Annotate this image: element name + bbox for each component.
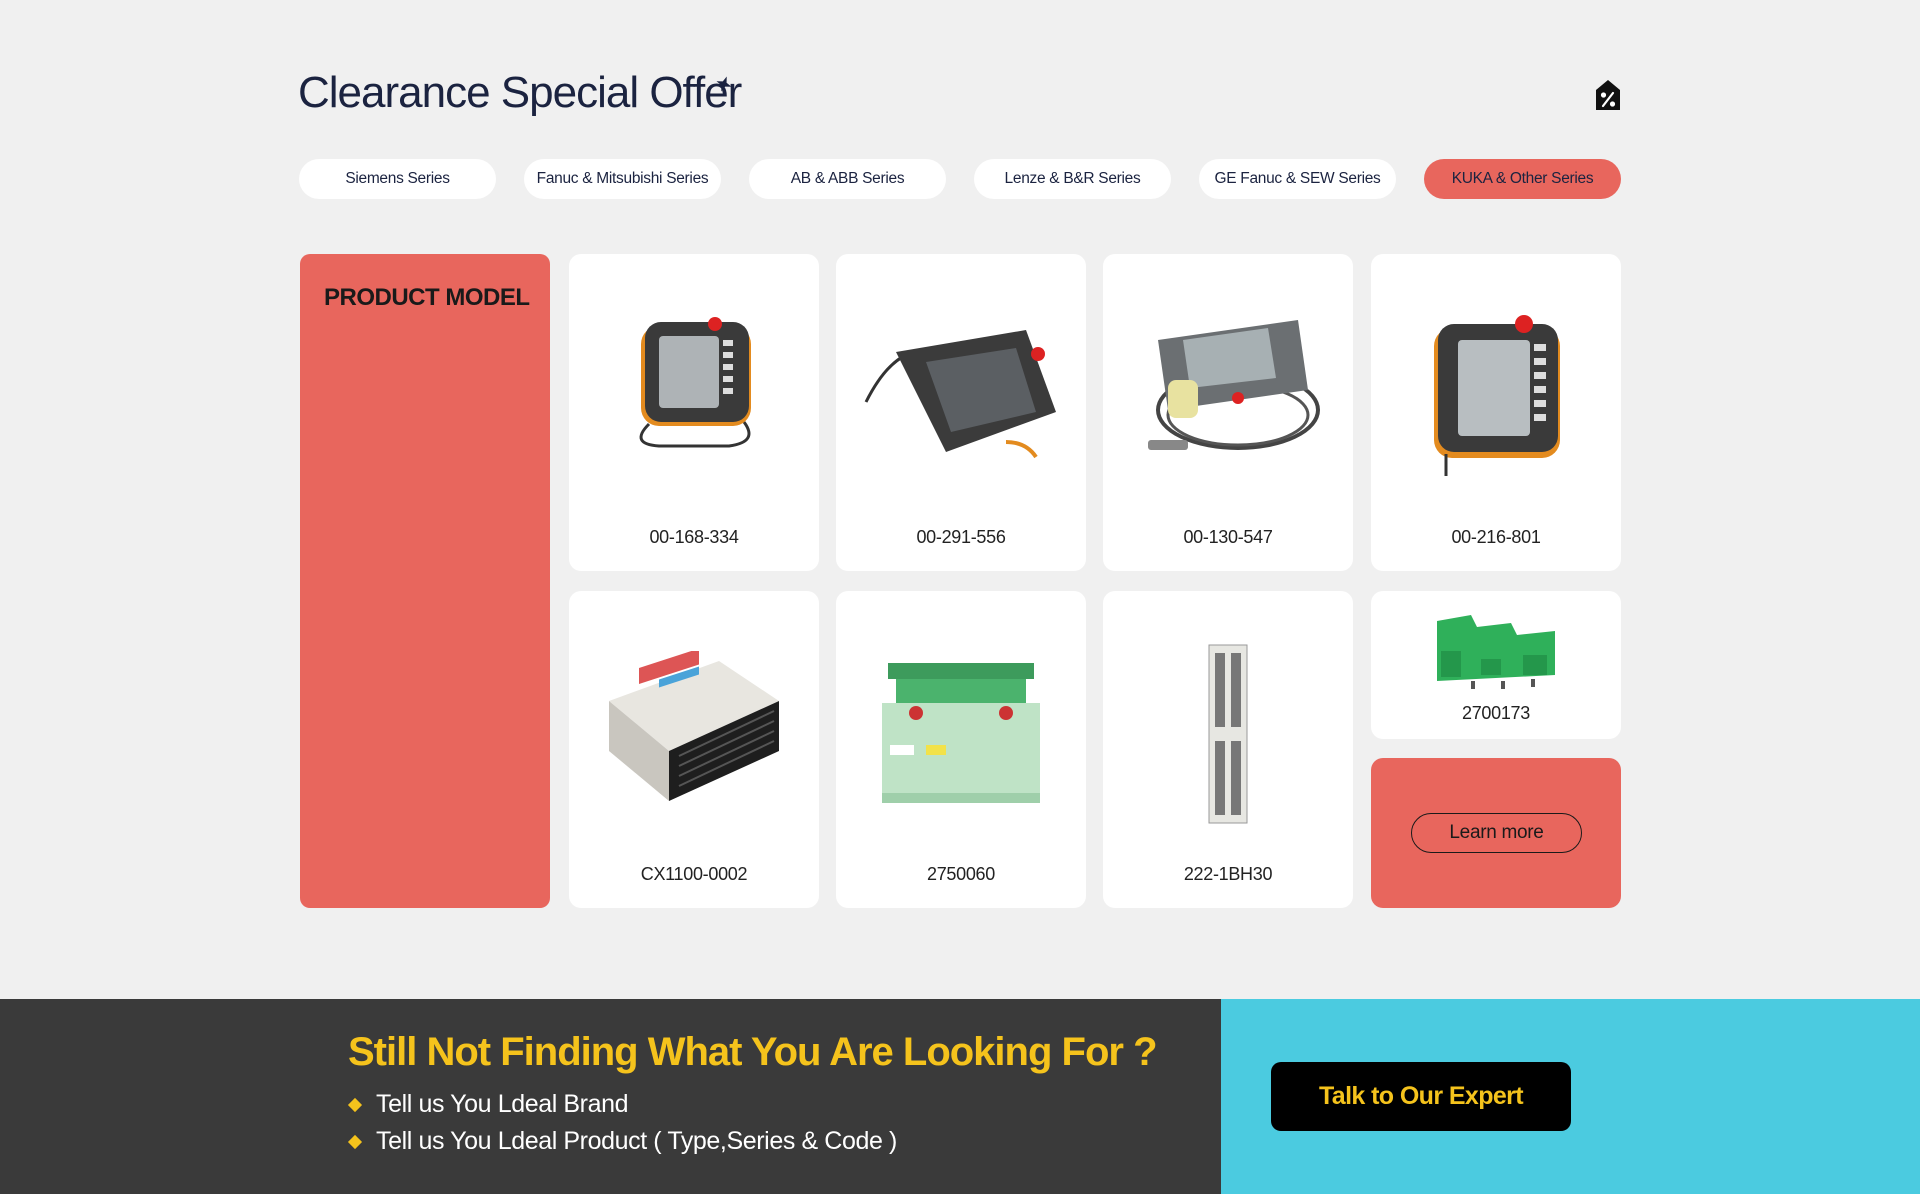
tab-ab-abb-series[interactable]: AB & ABB Series	[749, 159, 946, 199]
teach-pendant-image	[639, 317, 751, 448]
teach-pendant-image	[1434, 315, 1560, 476]
tab-siemens-series[interactable]: Siemens Series	[299, 159, 496, 199]
product-code: 00-291-556	[916, 527, 1006, 547]
interbus-module-image	[882, 663, 1040, 803]
talk-to-expert-button[interactable]: Talk to Our Expert	[1271, 1062, 1571, 1131]
product-card[interactable]: 222-1BH30	[1103, 591, 1353, 908]
diamond-bullet-icon	[347, 1097, 363, 1112]
footer-bullet-text: Tell us You Ldeal Brand	[376, 1090, 629, 1118]
teach-pendant-image	[864, 330, 1056, 459]
tab-ge-fanuc-sew-series[interactable]: GE Fanuc & SEW Series	[1199, 159, 1396, 199]
product-card[interactable]: 2750060	[836, 591, 1086, 908]
product-model-title: PRODUCT MODEL	[324, 284, 530, 311]
series-tabs: Siemens Series Fanuc & Mitsubishi Series…	[299, 159, 1621, 199]
product-model-panel: PRODUCT MODEL	[300, 254, 550, 908]
product-code: 00-216-801	[1451, 527, 1541, 547]
product-card[interactable]: 00-168-334	[569, 254, 819, 571]
product-card[interactable]: 2700173	[1371, 591, 1621, 739]
product-code: 222-1BH30	[1183, 864, 1273, 884]
product-code: 00-168-334	[649, 527, 739, 547]
product-code: 2700173	[1462, 703, 1530, 723]
tab-fanuc-mitsubishi-series[interactable]: Fanuc & Mitsubishi Series	[524, 159, 721, 199]
tab-lenze-br-series[interactable]: Lenze & B&R Series	[974, 159, 1171, 199]
sparkle-icon	[716, 76, 732, 92]
learn-more-button[interactable]: Learn more	[1411, 813, 1582, 853]
teach-pendant-image	[1148, 320, 1320, 450]
footer-bullet-text: Tell us You Ldeal Product ( Type,Series …	[376, 1127, 897, 1155]
product-card[interactable]: CX1100-0002	[569, 591, 819, 908]
product-code: 00-130-547	[1183, 527, 1273, 547]
footer-bullet: Tell us You Ldeal Product ( Type,Series …	[347, 1127, 897, 1156]
product-card[interactable]: 00-130-547	[1103, 254, 1353, 571]
page-title: Clearance Special Offer	[298, 68, 742, 117]
page: Clearance Special Offer Siemens Series F…	[0, 0, 1920, 1194]
learn-more-card: Learn more	[1371, 758, 1621, 908]
io-module-image	[1208, 644, 1248, 824]
product-code: CX1100-0002	[640, 864, 748, 884]
diamond-bullet-icon	[347, 1134, 363, 1149]
footer-bullet: Tell us You Ldeal Brand	[347, 1090, 629, 1119]
plc-module-image	[609, 651, 779, 801]
footer-headline: Still Not Finding What You Are Looking F…	[348, 1030, 1157, 1074]
terminal-block-image	[1437, 615, 1555, 689]
discount-tag-icon[interactable]	[1594, 78, 1622, 112]
product-code: 2750060	[927, 864, 995, 884]
product-card[interactable]: 00-216-801	[1371, 254, 1621, 571]
tab-kuka-other-series[interactable]: KUKA & Other Series	[1424, 159, 1621, 199]
product-card[interactable]: 00-291-556	[836, 254, 1086, 571]
